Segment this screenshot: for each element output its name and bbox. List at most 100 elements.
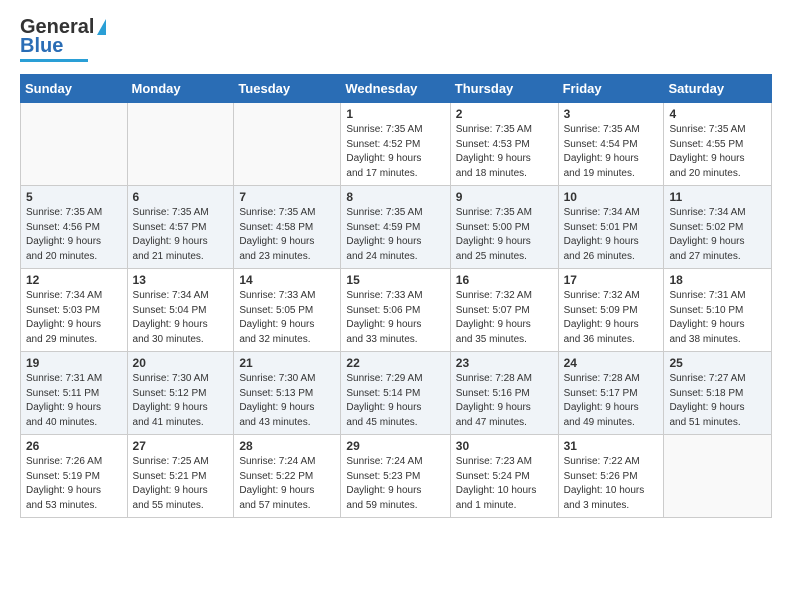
day-info: Sunrise: 7:23 AM Sunset: 5:24 PM Dayligh… <box>456 455 553 513</box>
calendar-cell: 31Sunrise: 7:22 AM Sunset: 5:26 PM Dayli… <box>558 435 664 518</box>
day-number: 19 <box>26 356 122 370</box>
weekday-header-monday: Monday <box>127 75 234 103</box>
day-info: Sunrise: 7:32 AM Sunset: 5:07 PM Dayligh… <box>456 289 553 347</box>
page-header: General Blue <box>20 16 772 62</box>
day-info: Sunrise: 7:30 AM Sunset: 5:13 PM Dayligh… <box>239 372 335 430</box>
calendar-cell <box>664 435 772 518</box>
calendar-cell: 21 Sunrise: 7:30 AM Sunset: 5:13 PM Dayli… <box>234 352 341 435</box>
calendar-cell: 15 Sunrise: 7:33 AM Sunset: 5:06 PM Dayli… <box>341 269 450 352</box>
day-info: Sunrise: 7:28 AM Sunset: 5:17 PM Dayligh… <box>564 372 659 430</box>
calendar-cell: 6 Sunrise: 7:35 AM Sunset: 4:57 PM Daylig… <box>127 186 234 269</box>
day-number: 2 <box>456 107 553 121</box>
calendar-cell <box>234 103 341 186</box>
day-number: 3 <box>564 107 659 121</box>
day-number: 20 <box>133 356 229 370</box>
weekday-header-row: SundayMondayTuesdayWednesdayThursdayFrid… <box>21 75 772 103</box>
logo-underline <box>20 59 88 62</box>
calendar-cell: 17 Sunrise: 7:32 AM Sunset: 5:09 PM Dayli… <box>558 269 664 352</box>
day-info: Sunrise: 7:31 AM Sunset: 5:10 PM Dayligh… <box>669 289 766 347</box>
calendar-week-row: 26Sunrise: 7:26 AM Sunset: 5:19 PM Dayli… <box>21 435 772 518</box>
calendar-cell: 8 Sunrise: 7:35 AM Sunset: 4:59 PM Daylig… <box>341 186 450 269</box>
day-number: 31 <box>564 439 659 453</box>
day-number: 4 <box>669 107 766 121</box>
day-number: 12 <box>26 273 122 287</box>
calendar-week-row: 1 Sunrise: 7:35 AM Sunset: 4:52 PM Daylig… <box>21 103 772 186</box>
day-info: Sunrise: 7:35 AM Sunset: 4:55 PM Dayligh… <box>669 123 766 181</box>
weekday-header-wednesday: Wednesday <box>341 75 450 103</box>
day-number: 6 <box>133 190 229 204</box>
day-number: 25 <box>669 356 766 370</box>
day-info: Sunrise: 7:33 AM Sunset: 5:06 PM Dayligh… <box>346 289 444 347</box>
day-info: Sunrise: 7:34 AM Sunset: 5:04 PM Dayligh… <box>133 289 229 347</box>
calendar-cell: 13Sunrise: 7:34 AM Sunset: 5:04 PM Dayli… <box>127 269 234 352</box>
weekday-header-friday: Friday <box>558 75 664 103</box>
day-number: 7 <box>239 190 335 204</box>
day-number: 29 <box>346 439 444 453</box>
day-number: 14 <box>239 273 335 287</box>
calendar-cell: 4 Sunrise: 7:35 AM Sunset: 4:55 PM Daylig… <box>664 103 772 186</box>
calendar-cell: 25Sunrise: 7:27 AM Sunset: 5:18 PM Dayli… <box>664 352 772 435</box>
weekday-header-sunday: Sunday <box>21 75 128 103</box>
day-info: Sunrise: 7:34 AM Sunset: 5:01 PM Dayligh… <box>564 206 659 264</box>
calendar-table: SundayMondayTuesdayWednesdayThursdayFrid… <box>20 74 772 518</box>
weekday-header-thursday: Thursday <box>450 75 558 103</box>
weekday-header-saturday: Saturday <box>664 75 772 103</box>
logo: General Blue <box>20 16 106 62</box>
calendar-cell: 19 Sunrise: 7:31 AM Sunset: 5:11 PM Dayli… <box>21 352 128 435</box>
calendar-cell: 12 Sunrise: 7:34 AM Sunset: 5:03 PM Dayli… <box>21 269 128 352</box>
day-info: Sunrise: 7:35 AM Sunset: 4:54 PM Dayligh… <box>564 123 659 181</box>
day-info: Sunrise: 7:33 AM Sunset: 5:05 PM Dayligh… <box>239 289 335 347</box>
day-info: Sunrise: 7:31 AM Sunset: 5:11 PM Dayligh… <box>26 372 122 430</box>
calendar-week-row: 5 Sunrise: 7:35 AM Sunset: 4:56 PM Daylig… <box>21 186 772 269</box>
day-number: 30 <box>456 439 553 453</box>
day-info: Sunrise: 7:32 AM Sunset: 5:09 PM Dayligh… <box>564 289 659 347</box>
calendar-cell: 5 Sunrise: 7:35 AM Sunset: 4:56 PM Daylig… <box>21 186 128 269</box>
day-number: 23 <box>456 356 553 370</box>
day-number: 18 <box>669 273 766 287</box>
day-info: Sunrise: 7:35 AM Sunset: 4:57 PM Dayligh… <box>133 206 229 264</box>
day-number: 26 <box>26 439 122 453</box>
day-info: Sunrise: 7:35 AM Sunset: 4:56 PM Dayligh… <box>26 206 122 264</box>
day-info: Sunrise: 7:35 AM Sunset: 5:00 PM Dayligh… <box>456 206 553 264</box>
calendar-cell: 1 Sunrise: 7:35 AM Sunset: 4:52 PM Daylig… <box>341 103 450 186</box>
calendar-cell: 7Sunrise: 7:35 AM Sunset: 4:58 PM Daylig… <box>234 186 341 269</box>
calendar-cell: 22Sunrise: 7:29 AM Sunset: 5:14 PM Dayli… <box>341 352 450 435</box>
logo-blue: Blue <box>20 35 63 58</box>
day-info: Sunrise: 7:29 AM Sunset: 5:14 PM Dayligh… <box>346 372 444 430</box>
calendar-cell: 27 Sunrise: 7:25 AM Sunset: 5:21 PM Dayli… <box>127 435 234 518</box>
day-number: 28 <box>239 439 335 453</box>
calendar-cell: 11Sunrise: 7:34 AM Sunset: 5:02 PM Dayli… <box>664 186 772 269</box>
day-number: 5 <box>26 190 122 204</box>
calendar-cell: 9 Sunrise: 7:35 AM Sunset: 5:00 PM Daylig… <box>450 186 558 269</box>
day-info: Sunrise: 7:35 AM Sunset: 4:59 PM Dayligh… <box>346 206 444 264</box>
calendar-cell: 2 Sunrise: 7:35 AM Sunset: 4:53 PM Daylig… <box>450 103 558 186</box>
day-number: 16 <box>456 273 553 287</box>
day-info: Sunrise: 7:34 AM Sunset: 5:02 PM Dayligh… <box>669 206 766 264</box>
calendar-cell <box>21 103 128 186</box>
calendar-cell: 30 Sunrise: 7:23 AM Sunset: 5:24 PM Dayli… <box>450 435 558 518</box>
day-info: Sunrise: 7:34 AM Sunset: 5:03 PM Dayligh… <box>26 289 122 347</box>
day-number: 27 <box>133 439 229 453</box>
calendar-cell: 20Sunrise: 7:30 AM Sunset: 5:12 PM Dayli… <box>127 352 234 435</box>
day-number: 15 <box>346 273 444 287</box>
calendar-page: General Blue SundayMondayTuesdayWednesda… <box>0 0 792 534</box>
day-number: 9 <box>456 190 553 204</box>
day-info: Sunrise: 7:24 AM Sunset: 5:23 PM Dayligh… <box>346 455 444 513</box>
day-number: 8 <box>346 190 444 204</box>
calendar-week-row: 12 Sunrise: 7:34 AM Sunset: 5:03 PM Dayli… <box>21 269 772 352</box>
day-info: Sunrise: 7:24 AM Sunset: 5:22 PM Dayligh… <box>239 455 335 513</box>
calendar-cell: 18 Sunrise: 7:31 AM Sunset: 5:10 PM Dayli… <box>664 269 772 352</box>
calendar-cell: 23Sunrise: 7:28 AM Sunset: 5:16 PM Dayli… <box>450 352 558 435</box>
calendar-cell: 28 Sunrise: 7:24 AM Sunset: 5:22 PM Dayli… <box>234 435 341 518</box>
day-number: 17 <box>564 273 659 287</box>
calendar-cell: 29 Sunrise: 7:24 AM Sunset: 5:23 PM Dayli… <box>341 435 450 518</box>
day-number: 10 <box>564 190 659 204</box>
day-info: Sunrise: 7:35 AM Sunset: 4:52 PM Dayligh… <box>346 123 444 181</box>
day-number: 1 <box>346 107 444 121</box>
day-info: Sunrise: 7:25 AM Sunset: 5:21 PM Dayligh… <box>133 455 229 513</box>
logo-triangle-icon <box>97 19 106 35</box>
calendar-cell: 26Sunrise: 7:26 AM Sunset: 5:19 PM Dayli… <box>21 435 128 518</box>
calendar-cell: 24Sunrise: 7:28 AM Sunset: 5:17 PM Dayli… <box>558 352 664 435</box>
day-info: Sunrise: 7:35 AM Sunset: 4:53 PM Dayligh… <box>456 123 553 181</box>
day-number: 21 <box>239 356 335 370</box>
